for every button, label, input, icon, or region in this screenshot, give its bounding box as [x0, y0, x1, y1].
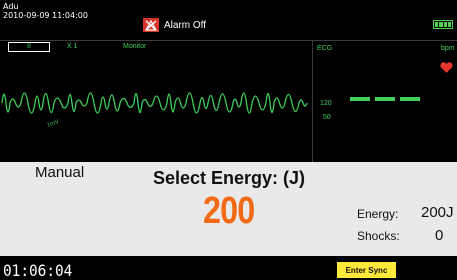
date-time: 2010-09-09 11:04:00 — [3, 11, 88, 20]
footer-bar: 01:06:04 Enter Sync — [0, 256, 457, 280]
hr-value-invalid — [350, 97, 420, 101]
alarm-status[interactable]: Alarm Off — [143, 18, 206, 32]
patient-info: Adu 2010-09-09 11:04:00 — [3, 2, 88, 20]
lead-selector[interactable]: II — [8, 42, 50, 52]
enter-sync-button[interactable]: Enter Sync — [337, 262, 396, 278]
heart-icon — [440, 62, 453, 73]
shocks-label: Shocks: — [357, 229, 400, 243]
hr-alarm-high: 120 — [320, 100, 332, 107]
hr-unit: bpm — [441, 45, 455, 52]
elapsed-timer: 01:06:04 — [3, 261, 73, 280]
selected-energy[interactable]: 200 — [203, 190, 255, 233]
patient-name: Adu — [3, 2, 19, 11]
alarm-label: Alarm Off — [164, 19, 207, 31]
energy-value: 200J — [421, 204, 454, 221]
hr-source-label: ECG — [317, 45, 333, 52]
filter-mode[interactable]: Monitor — [123, 43, 146, 50]
ecg-gain[interactable]: X 1 — [67, 43, 78, 50]
energy-label: Energy: — [357, 207, 399, 221]
monitor-display: Adu 2010-09-09 11:04:00 Alarm Off II X 1… — [0, 0, 457, 165]
alarm-off-icon — [143, 18, 159, 32]
header-divider — [0, 40, 457, 41]
panel-divider — [312, 40, 313, 162]
therapy-panel: Manual Select Energy: (J) 200 Energy: 20… — [0, 162, 457, 256]
shocks-value: 0 — [435, 227, 444, 244]
hr-alarm-low: 50 — [323, 114, 331, 121]
battery-icon — [433, 20, 453, 29]
therapy-mode: Manual — [35, 164, 85, 181]
energy-prompt: Select Energy: (J) — [153, 168, 306, 188]
